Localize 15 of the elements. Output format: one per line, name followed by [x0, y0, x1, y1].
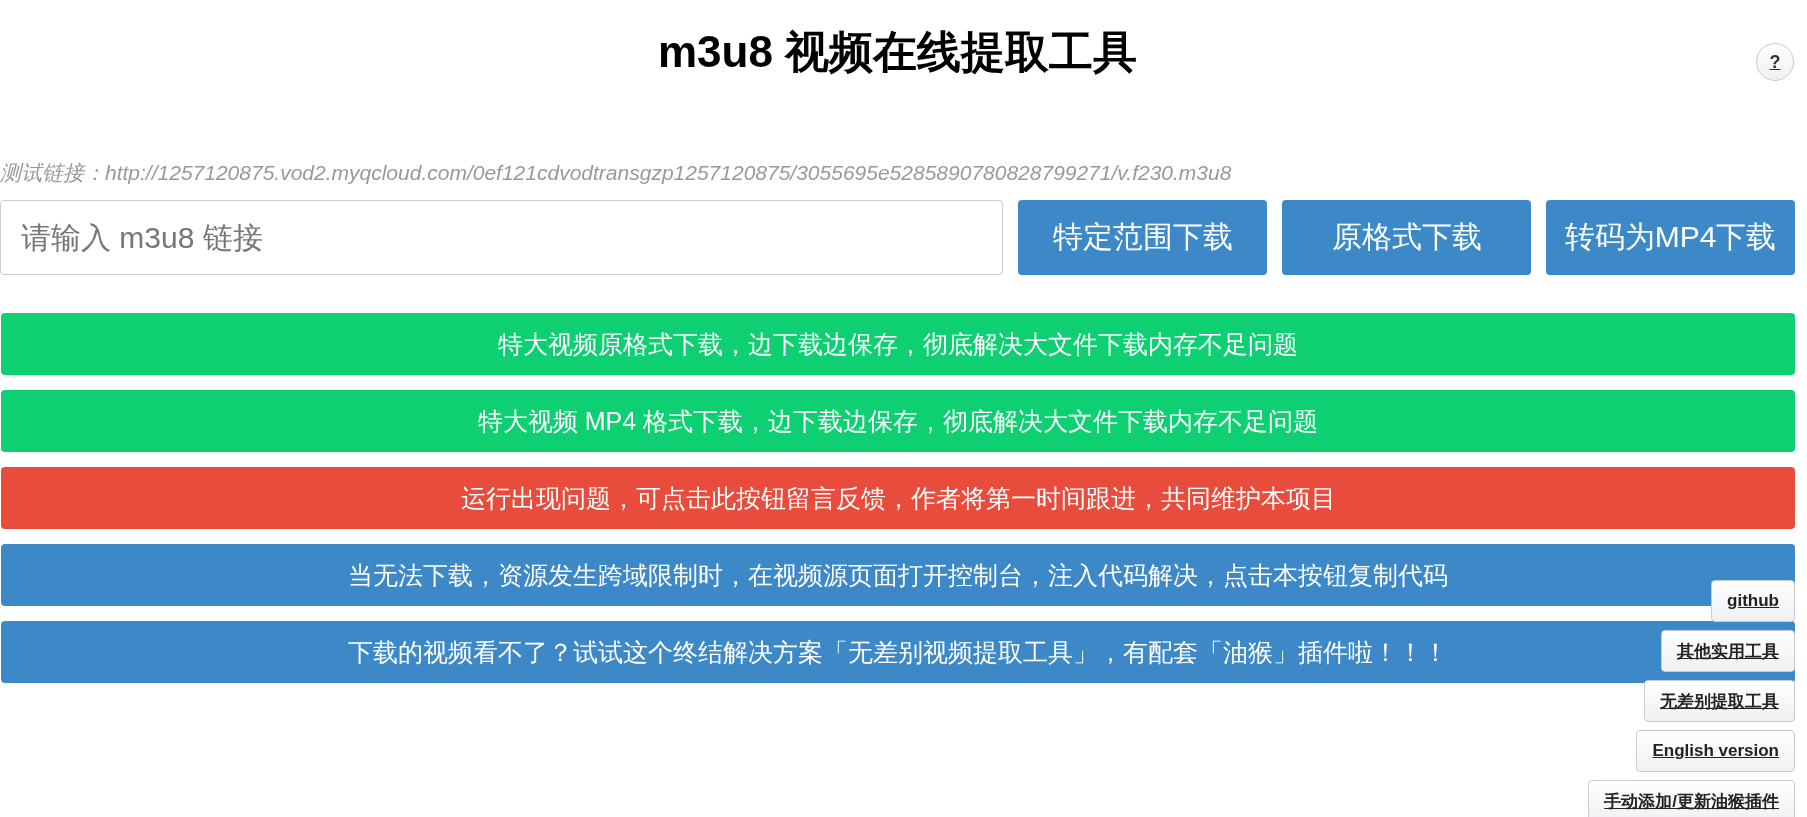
url-input[interactable]: 请输入 m3u8 链接: [0, 200, 1003, 275]
link-button[interactable]: 无差别提取工具: [1644, 680, 1795, 722]
test-link-text: 测试链接：http://1257120875.vod2.myqcloud.com/0ef121cdvodtransgzp1257120875/3055695e5285890780828799271/v.f230.m3u8: [0, 160, 1232, 186]
banner-button[interactable]: 特大视频原格式下载，边下载边保存，彻底解决大文件下载内存不足问题: [1, 313, 1795, 375]
help-button[interactable]: ?: [1756, 43, 1794, 81]
page-title: m3u8 视频在线提取工具: [657, 26, 1138, 78]
download-button[interactable]: 特定范围下载: [1018, 200, 1267, 275]
banner-button[interactable]: 运行出现问题，可点击此按钮留言反馈，作者将第一时间跟进，共同维护本项目: [1, 467, 1795, 529]
link-button[interactable]: English version: [1636, 730, 1795, 772]
download-button[interactable]: 转码为MP4下载: [1546, 200, 1795, 275]
link-button[interactable]: github: [1711, 580, 1795, 622]
banner-button[interactable]: 特大视频 MP4 格式下载，边下载边保存，彻底解决大文件下载内存不足问题: [1, 390, 1795, 452]
download-button[interactable]: 原格式下载: [1282, 200, 1531, 275]
link-button[interactable]: 其他实用工具: [1661, 630, 1795, 672]
link-button[interactable]: 手动添加/更新油猴插件: [1588, 780, 1795, 817]
